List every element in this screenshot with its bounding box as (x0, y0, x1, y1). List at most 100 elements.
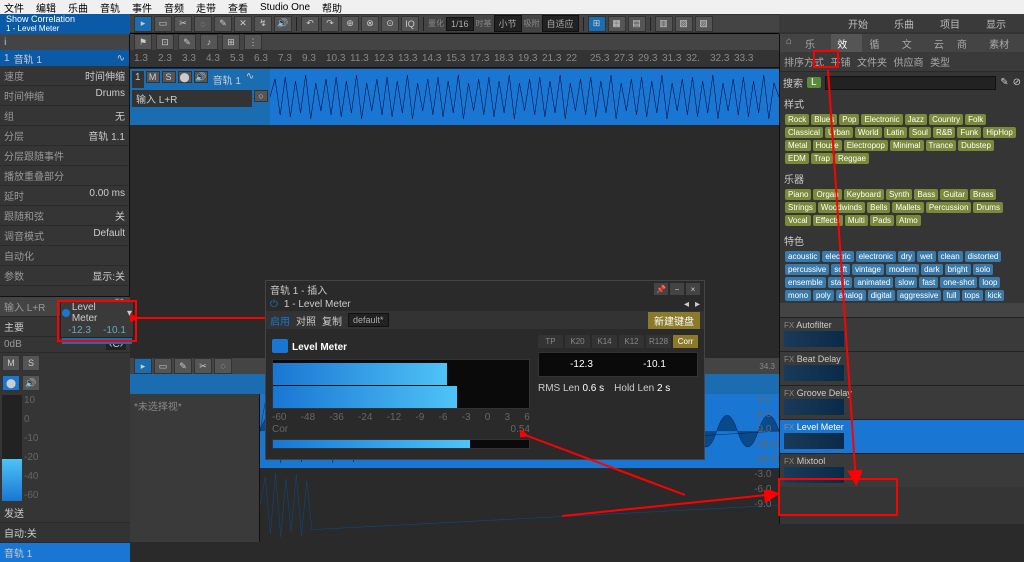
tag[interactable]: Jazz (905, 114, 927, 125)
mode-k20[interactable]: K20 (565, 335, 590, 348)
erase-tool[interactable]: ◌ (194, 16, 212, 32)
tag[interactable]: dark (921, 264, 943, 275)
tag[interactable]: Bass (914, 189, 938, 200)
tag[interactable]: Metal (785, 140, 811, 151)
tab-project[interactable]: 项目 (930, 14, 970, 33)
prop-row[interactable]: 分层跟随事件 (0, 146, 129, 166)
tag[interactable]: World (855, 127, 882, 138)
input-monitor[interactable]: ○ (254, 90, 268, 102)
tag[interactable]: distorted (965, 251, 1002, 262)
menu-help[interactable]: 帮助 (322, 0, 342, 15)
pin-button[interactable]: 📌 (654, 283, 668, 295)
tag[interactable]: House (813, 140, 842, 151)
prop-row[interactable]: 调音模式Default (0, 226, 129, 246)
tab-song[interactable]: 乐曲 (884, 14, 924, 33)
menu-studioone[interactable]: Studio One (260, 2, 310, 13)
timeline-ruler[interactable]: 1.32.33.34.35.36.37.39.310.311.312.313.3… (130, 50, 779, 68)
prop-row[interactable]: 延时0.00 ms (0, 186, 129, 206)
la-range[interactable]: ▭ (154, 358, 172, 374)
tab-loops[interactable]: 循环 (863, 34, 894, 52)
mode-r128[interactable]: R128 (646, 335, 671, 348)
tag[interactable]: Rock (785, 114, 809, 125)
prop-row[interactable]: 分层音轨 1.1 (0, 126, 129, 146)
tag[interactable]: Country (929, 114, 963, 125)
tag[interactable]: Vocal (785, 215, 811, 226)
pencil-icon[interactable]: ✎ (1000, 77, 1008, 88)
mode-corr[interactable]: Corr (673, 335, 698, 348)
search-input[interactable] (825, 76, 997, 90)
menu-edit[interactable]: 编辑 (36, 0, 56, 15)
listen-tool[interactable]: 🔊 (274, 16, 292, 32)
tag[interactable]: loop (979, 277, 1000, 288)
tag[interactable]: Latin (884, 127, 907, 138)
tag[interactable]: Synth (886, 189, 912, 200)
tag[interactable]: kick (985, 290, 1005, 301)
marker-tool[interactable]: ⚑ (134, 34, 152, 50)
bend-tool[interactable]: ↯ (254, 16, 272, 32)
timebase-dropdown[interactable]: 小节 (494, 15, 522, 32)
tag[interactable]: Reggae (835, 153, 869, 164)
tag[interactable]: analog (836, 290, 866, 301)
tab-files[interactable]: 文件 (896, 34, 927, 52)
marker-4[interactable]: ♪ (200, 34, 218, 50)
plugin-titlebar[interactable]: 音轨 1 - 插入 📌 − × (266, 281, 704, 297)
arrow-tool[interactable]: ▸ (134, 16, 152, 32)
tag[interactable]: animated (854, 277, 893, 288)
prop-row[interactable]: 播放重叠部分 (0, 166, 129, 186)
menu-song[interactable]: 乐曲 (68, 0, 88, 15)
tag[interactable]: Soul (909, 127, 931, 138)
tag[interactable]: dry (898, 251, 915, 262)
sort-tile[interactable]: 平铺 (831, 58, 851, 69)
fx-item-level-meter[interactable]: FX Level Meter (780, 419, 1024, 453)
snap-toggle[interactable]: ⊞ (588, 16, 606, 32)
tag[interactable]: Trap (811, 153, 833, 164)
rms-value[interactable]: 0.6 s (582, 383, 604, 394)
mute-tool[interactable]: ✕ (234, 16, 252, 32)
menu-event[interactable]: 事件 (132, 0, 152, 15)
tag[interactable]: Electronic (861, 114, 902, 125)
view-c[interactable]: ▥ (655, 16, 673, 32)
tag[interactable]: Pads (870, 215, 894, 226)
sort-type[interactable]: 类型 (930, 58, 950, 69)
menu-view[interactable]: 查看 (228, 0, 248, 15)
marker-6[interactable]: ⋮ (244, 34, 262, 50)
input-label[interactable]: 输入 L+R (132, 90, 252, 107)
view-d[interactable]: ▧ (675, 16, 693, 32)
tag[interactable]: digital (868, 290, 895, 301)
tag[interactable]: fast (919, 277, 938, 288)
plugin-tab-copy[interactable]: 复制 (322, 313, 342, 328)
tab-instruments[interactable]: 乐器 (799, 34, 830, 52)
track-header[interactable]: 1 音轨 1 ∿ (0, 50, 129, 66)
sort-folder[interactable]: 文件夹 (857, 58, 887, 69)
mixer-input[interactable]: 输入 L+R (4, 299, 45, 314)
tag[interactable]: Percussion (926, 202, 972, 213)
split-tool[interactable]: ✂ (174, 16, 192, 32)
tag[interactable]: poly (813, 290, 834, 301)
prop-row[interactable]: 速度时间伸缩 (0, 66, 129, 86)
fx-item-groove-delay[interactable]: FX Groove Delay (780, 385, 1024, 419)
range-tool[interactable]: ▭ (154, 16, 172, 32)
close-button[interactable]: × (686, 283, 700, 295)
tag[interactable]: Organ (813, 189, 841, 200)
tag[interactable]: Electropop (844, 140, 888, 151)
fx-item-beat-delay[interactable]: FX Beat Delay (780, 351, 1024, 385)
menu-file[interactable]: 文件 (4, 0, 24, 15)
tag[interactable]: electronic (856, 251, 896, 262)
action-b[interactable]: ⊗ (361, 16, 379, 32)
sort-vendor[interactable]: 供应商 (894, 58, 924, 69)
tag[interactable]: Minimal (890, 140, 924, 151)
tag[interactable]: Urban (825, 127, 853, 138)
tag[interactable]: vintage (852, 264, 884, 275)
marker-2[interactable]: ⊡ (156, 34, 174, 50)
tag[interactable]: Piano (785, 189, 811, 200)
mode-tp[interactable]: TP (538, 335, 563, 348)
tag[interactable]: Multi (845, 215, 868, 226)
audio-clip[interactable] (270, 69, 779, 125)
tag[interactable]: clean (938, 251, 963, 262)
search-badge[interactable]: L (807, 77, 821, 88)
tag[interactable]: modern (886, 264, 919, 275)
tag[interactable]: Blues (811, 114, 837, 125)
undo-button[interactable]: ↶ (301, 16, 319, 32)
prev-preset[interactable]: ◂ (684, 299, 689, 310)
tag[interactable]: slow (895, 277, 917, 288)
